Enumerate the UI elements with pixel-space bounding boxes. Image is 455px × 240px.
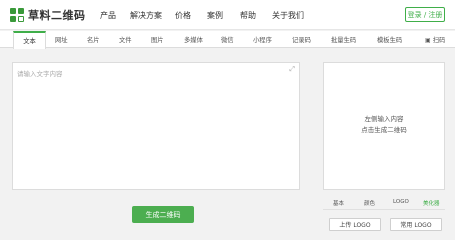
nav-pricing[interactable]: 价格 [175,10,191,21]
tab-image[interactable]: 图片 [151,35,164,44]
tab-file[interactable]: 文件 [119,35,132,44]
tab-scan-label: 扫码 [432,37,446,44]
code-type-tabs: 文本 网址 名片 文件 图片 多媒体 NEW 微信 小程序 记录码 批量生码 模… [0,31,455,67]
preview-line-1: 左侧输入内容 [364,115,404,123]
logo-text: 草料二维码 [28,9,86,22]
tab-business-card[interactable]: 名片 [87,35,100,44]
tab-scan[interactable]: ▣ 扫码 [425,35,445,44]
tab-text-label: 文本 [23,38,36,45]
preview-line-2: 点击生成二维码 [361,126,407,134]
tab-template[interactable]: 模板生码 [377,35,402,44]
expand-icon[interactable]: ⤢ [289,65,295,74]
generate-button[interactable]: 生成二维码 [132,206,194,223]
tab-multimedia[interactable]: 多媒体 [184,35,203,44]
tab-text[interactable]: 文本 [13,31,46,49]
nav-products[interactable]: 产品 [100,10,116,21]
scan-icon: ▣ [425,37,431,44]
style-tabs-divider [323,209,445,210]
tab-url[interactable]: 网址 [55,35,68,44]
text-editor[interactable]: 请输入文字内容 ⤢ [12,62,300,190]
style-tab-beautifier[interactable]: 美化器 [423,199,440,207]
login-button[interactable]: 登录 / 注册 [405,7,445,22]
logo-icon [10,8,24,22]
qr-preview: 左侧输入内容 点击生成二维码 [323,62,445,190]
common-logo-button[interactable]: 常用 LOGO [390,218,442,231]
nav-about[interactable]: 关于我们 [272,10,304,21]
preview-message: 左侧输入内容 点击生成二维码 [324,114,444,136]
brand-logo[interactable]: 草料二维码 [10,7,86,23]
nav-help[interactable]: 帮助 [240,10,256,21]
upload-logo-button[interactable]: 上传 LOGO [329,218,381,231]
nav-solutions[interactable]: 解决方案 [130,10,162,21]
style-tab-logo[interactable]: LOGO [393,199,409,205]
style-tab-color[interactable]: 颜色 [364,199,375,207]
tab-record-code[interactable]: 记录码 [292,35,311,44]
tab-mini-program[interactable]: 小程序 [253,35,272,44]
top-header: 草料二维码 产品 解决方案 价格 案例 帮助 关于我们 登录 / 注册 [0,0,455,30]
tab-batch[interactable]: 批量生码 [331,35,356,44]
tab-wechat[interactable]: 微信 [221,35,234,44]
editor-placeholder: 请输入文字内容 [17,70,63,78]
nav-cases[interactable]: 案例 [207,10,223,21]
style-tab-basic[interactable]: 基本 [333,199,344,207]
